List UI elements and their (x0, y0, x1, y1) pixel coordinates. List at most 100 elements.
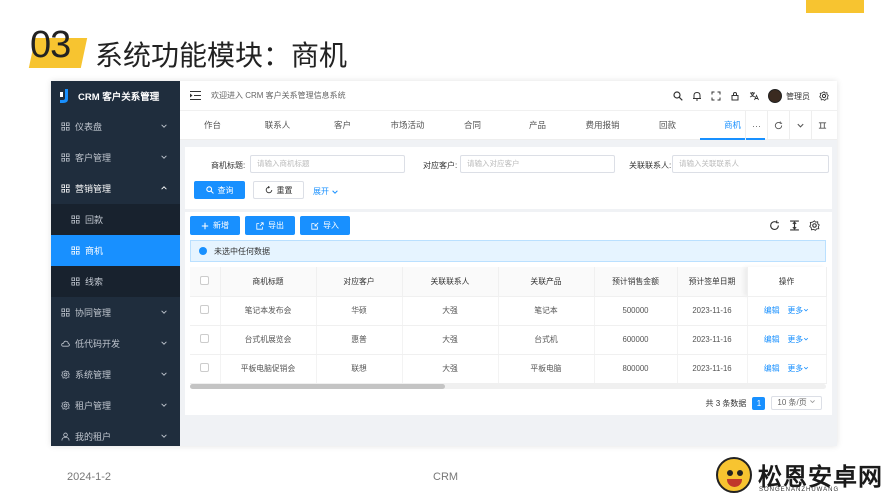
total-count: 共 3 条数据 (705, 398, 747, 408)
table-body: 笔记本发布会 华硕 大强 笔记本 500000 2023-11-16 编辑 更多 台式机展览会惠… (190, 296, 827, 384)
table-row[interactable]: 笔记本发布会 华硕 大强 笔记本 500000 2023-11-16 编辑 更多 (190, 296, 827, 326)
chevron-down-icon (161, 124, 167, 128)
table-cell: 500000 (594, 296, 678, 326)
row-checkbox[interactable] (200, 334, 210, 343)
topbar-actions: 管理员 (673, 81, 829, 111)
tab-5[interactable]: 产品 (505, 111, 570, 140)
query-button[interactable]: 查询 (194, 181, 245, 199)
row-checkbox[interactable] (200, 305, 210, 314)
sidebar-item-3[interactable]: 回款 (51, 204, 180, 235)
more-link[interactable]: 更多 (788, 306, 810, 315)
tab-dropdown-icon[interactable] (789, 111, 811, 140)
column-settings-icon[interactable] (809, 220, 820, 231)
import-button[interactable]: 导入 (300, 216, 350, 235)
header-date[interactable]: 预计签单日期 (677, 267, 748, 297)
opportunity-table: 商机标题 对应客户 关联联系人 关联产品 预计销售金额 预计签单日期 操作 笔记… (190, 267, 827, 384)
customer-input[interactable]: 请输入对应客户 (460, 155, 615, 173)
username[interactable]: 管理员 (786, 91, 810, 102)
sidebar-item-label: 我的租户 (75, 432, 112, 442)
page-size-select[interactable]: 10 条/页 (771, 396, 822, 410)
title-input[interactable]: 请输入商机标题 (250, 155, 405, 173)
column-height-icon[interactable] (789, 220, 800, 231)
table-cell: 台式机 (498, 325, 595, 355)
table-row[interactable]: 平板电脑促销会 联想 大强 平板电脑 800000 2023-11-16 编辑 更多 (190, 354, 827, 384)
tab-3[interactable]: 市场活动 (375, 111, 440, 140)
gear-icon (61, 401, 70, 410)
expand-link[interactable]: 展开 (313, 186, 339, 197)
sidebar-item-6[interactable]: 协同管理 (51, 297, 180, 328)
sidebar-item-2[interactable]: 营销管理 (51, 173, 180, 204)
sidebar-item-4[interactable]: 商机 (51, 235, 180, 266)
brand[interactable]: CRM 客户关系管理 (51, 81, 180, 111)
tab-more-icon[interactable]: ··· (745, 111, 767, 140)
settings-icon[interactable] (819, 91, 829, 101)
section-number: 03 (30, 24, 71, 66)
edit-link[interactable]: 编辑 (764, 306, 780, 315)
footer-label: CRM (433, 471, 459, 483)
menu-fold-icon[interactable] (190, 91, 201, 100)
edit-link[interactable]: 编辑 (764, 364, 780, 373)
tab-2[interactable]: 客户 (310, 111, 375, 140)
table-tools (769, 220, 820, 231)
tab-7[interactable]: 回款 (635, 111, 700, 140)
sidebar-item-8[interactable]: 系统管理 (51, 359, 180, 390)
sidebar-item-0[interactable]: 仪表盘 (51, 111, 180, 142)
select-all-cell[interactable] (190, 267, 221, 297)
sidebar-item-1[interactable]: 客户管理 (51, 142, 180, 173)
chevron-down-icon (161, 155, 167, 159)
mascot-eye (737, 470, 743, 476)
avatar[interactable] (768, 89, 782, 103)
horizontal-scrollbar[interactable] (190, 384, 826, 389)
sidebar-item-5[interactable]: 线索 (51, 266, 180, 297)
header-title[interactable]: 商机标题 (220, 267, 317, 297)
row-checkbox[interactable] (200, 363, 210, 372)
sidebar-item-10[interactable]: 我的租户 (51, 421, 180, 446)
add-button[interactable]: 新增 (190, 216, 240, 235)
header-product[interactable]: 关联产品 (498, 267, 595, 297)
row-select-cell[interactable] (190, 325, 221, 355)
row-select-cell[interactable] (190, 296, 221, 326)
header-amount[interactable]: 预计销售金额 (594, 267, 678, 297)
tab-0[interactable]: 作台 (180, 111, 245, 140)
tab-1[interactable]: 联系人 (245, 111, 310, 140)
more-label: 更多 (787, 306, 804, 315)
more-link[interactable]: 更多 (788, 364, 810, 373)
tab-fullscreen-icon[interactable] (811, 111, 833, 140)
tab-6[interactable]: 费用报销 (570, 111, 635, 140)
table-cell: 2023-11-16 (677, 325, 748, 355)
search-form: 商机标题: 请输入商机标题 对应客户: 请输入对应客户 关联联系人: 请输入关联… (185, 147, 832, 209)
contact-input[interactable]: 请输入关联联系人 (672, 155, 829, 173)
translate-icon[interactable] (749, 91, 759, 101)
more-link[interactable]: 更多 (788, 335, 810, 344)
bell-icon[interactable] (692, 91, 702, 101)
header-contact[interactable]: 关联联系人 (402, 267, 499, 297)
header-customer[interactable]: 对应客户 (316, 267, 403, 297)
sidebar-item-label: 客户管理 (75, 153, 112, 163)
sidebar-item-7[interactable]: 低代码开发 (51, 328, 180, 359)
tab-4[interactable]: 合同 (440, 111, 505, 140)
topbar: 欢迎进入 CRM 客户关系管理信息系统 管理员 (180, 81, 837, 111)
row-select-cell[interactable] (190, 354, 221, 384)
tab-refresh-icon[interactable] (767, 111, 789, 140)
reset-label: 重置 (276, 185, 293, 195)
lock-icon[interactable] (730, 91, 740, 101)
row-actions: 编辑 更多 (747, 354, 827, 384)
select-all-checkbox[interactable] (200, 275, 210, 285)
chevron-down-icon (161, 310, 167, 314)
sidebar-item-label: 仪表盘 (75, 122, 103, 132)
sidebar-item-label: 线索 (85, 277, 104, 287)
table-row[interactable]: 台式机展览会 惠普 大强 台式机 600000 2023-11-16 编辑 更多 (190, 325, 827, 355)
contact-label: 关联联系人: (629, 161, 672, 170)
search-icon[interactable] (673, 91, 683, 101)
refresh-icon[interactable] (769, 220, 780, 231)
page-1-button[interactable]: 1 (752, 396, 766, 410)
export-button[interactable]: 导出 (245, 216, 295, 235)
edit-link[interactable]: 编辑 (764, 335, 780, 344)
chevron-down-icon (161, 372, 167, 376)
sidebar-item-9[interactable]: 租户管理 (51, 390, 180, 421)
reset-button[interactable]: 重置 (253, 181, 304, 199)
welcome-text: 欢迎进入 CRM 客户关系管理信息系统 (211, 91, 346, 100)
scrollbar-thumb[interactable] (190, 384, 445, 389)
table-cell: 600000 (594, 325, 678, 355)
fullscreen-icon[interactable] (711, 91, 721, 101)
